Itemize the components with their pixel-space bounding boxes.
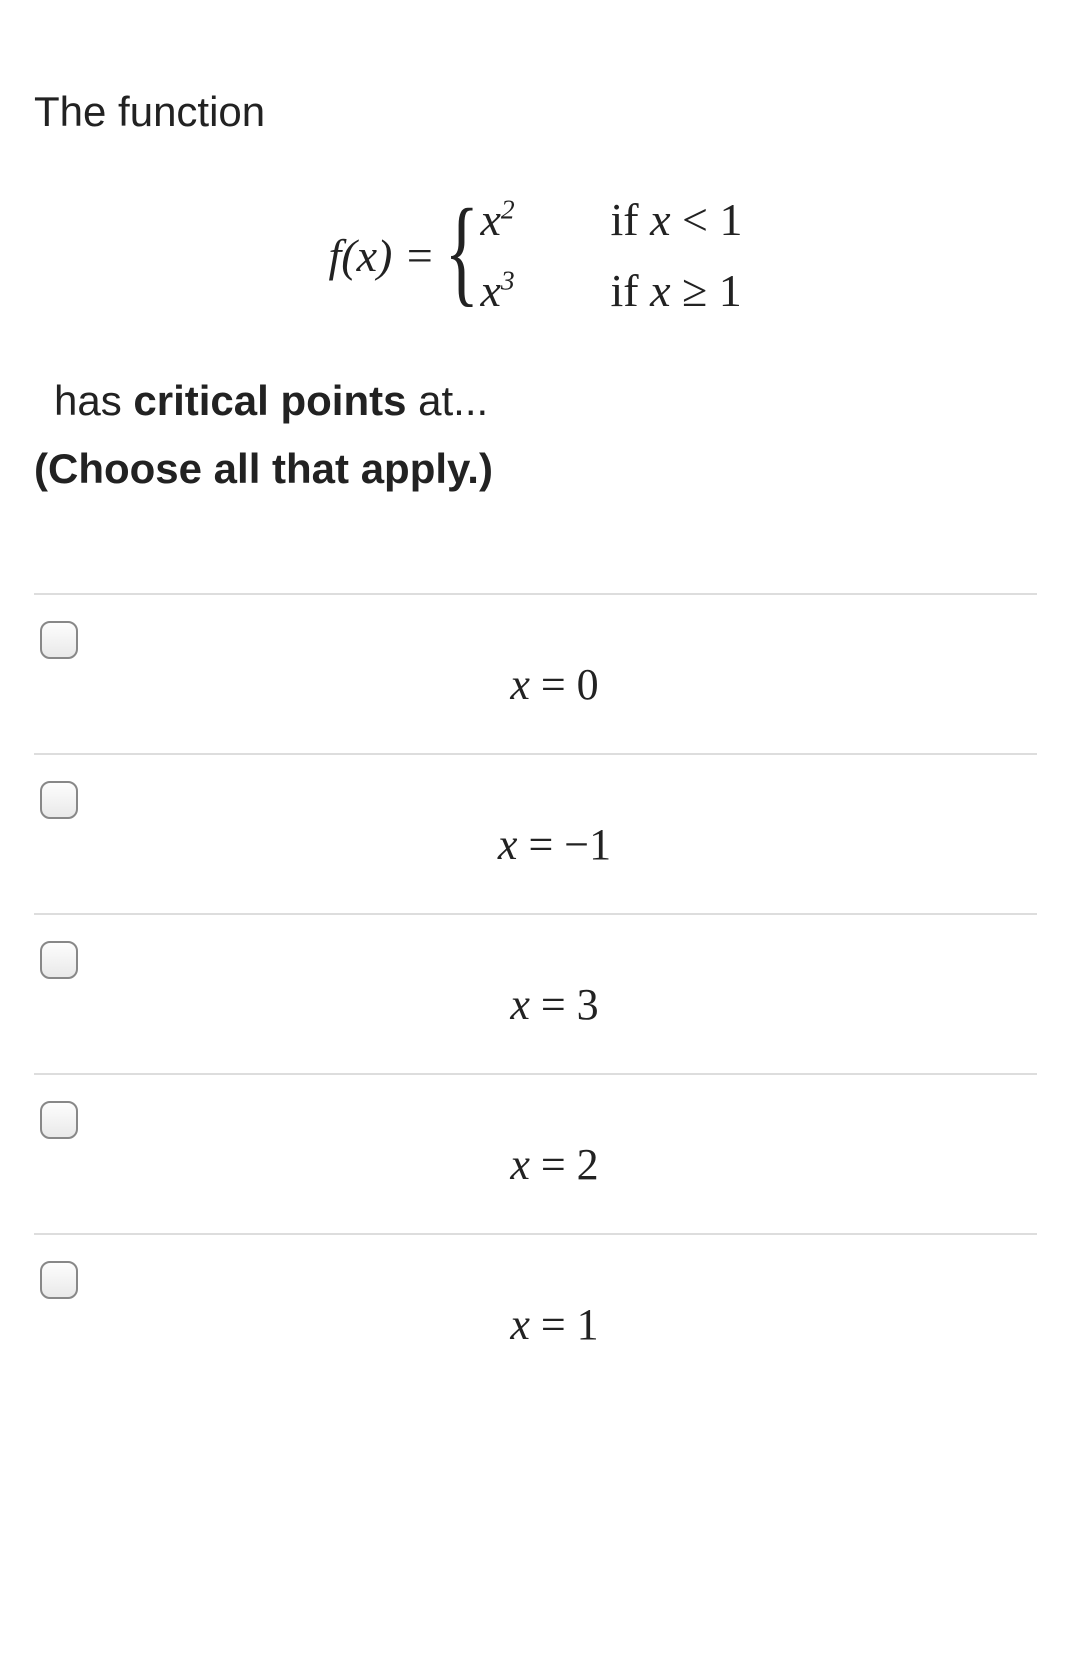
line2-post: at... — [406, 377, 488, 424]
option-checkbox[interactable] — [40, 781, 78, 819]
case-base: x — [481, 265, 501, 316]
line2-pre: has — [54, 377, 133, 424]
option-var: x — [498, 820, 518, 869]
case-exp: 2 — [501, 194, 515, 225]
option-var: x — [510, 660, 530, 709]
cond-var: x — [650, 194, 670, 245]
option-row: x = 3 — [34, 915, 1037, 1075]
option-label: x = 3 — [78, 939, 1031, 1030]
option-label: x = 1 — [78, 1259, 1031, 1350]
option-checkbox[interactable] — [40, 1101, 78, 1139]
cond-rel: < 1 — [671, 194, 743, 245]
option-rest: = 2 — [530, 1140, 599, 1189]
question-intro: The function — [34, 80, 1037, 143]
option-row: x = 1 — [34, 1235, 1037, 1395]
cond-prefix: if — [611, 194, 651, 245]
option-checkbox[interactable] — [40, 621, 78, 659]
cond-rel: ≥ 1 — [671, 265, 742, 316]
case-base: x — [481, 194, 501, 245]
option-rest: = 1 — [530, 1300, 599, 1349]
cond-prefix: if — [611, 265, 651, 316]
option-checkbox[interactable] — [40, 941, 78, 979]
line2-bold: critical points — [133, 377, 406, 424]
formula-block: f(x) = { x2 if x < 1 x3 if x ≥ 1 — [34, 193, 1037, 317]
option-checkbox[interactable] — [40, 1261, 78, 1299]
options-list: x = 0 x = −1 x = 3 x = 2 x = 1 — [34, 593, 1037, 1395]
option-rest: = −1 — [517, 820, 611, 869]
option-rest: = 3 — [530, 980, 599, 1029]
formula-lhs: f(x) = — [329, 229, 435, 282]
question-line2: has critical points at... — [34, 377, 1037, 425]
brace-icon: { — [444, 203, 479, 299]
question-instruction: (Choose all that apply.) — [34, 445, 1037, 493]
case-row: x2 if x < 1 — [481, 193, 743, 246]
question-page: The function f(x) = { x2 if x < 1 x3 — [0, 0, 1071, 1435]
option-label: x = 2 — [78, 1099, 1031, 1190]
option-label: x = 0 — [78, 619, 1031, 710]
cond-var: x — [650, 265, 670, 316]
option-row: x = 0 — [34, 595, 1037, 755]
case-exp: 3 — [501, 265, 515, 296]
option-row: x = −1 — [34, 755, 1037, 915]
option-var: x — [510, 980, 530, 1029]
option-label: x = −1 — [78, 779, 1031, 870]
case-row: x3 if x ≥ 1 — [481, 264, 743, 317]
option-var: x — [510, 1300, 530, 1349]
option-rest: = 0 — [530, 660, 599, 709]
option-var: x — [510, 1140, 530, 1189]
option-row: x = 2 — [34, 1075, 1037, 1235]
